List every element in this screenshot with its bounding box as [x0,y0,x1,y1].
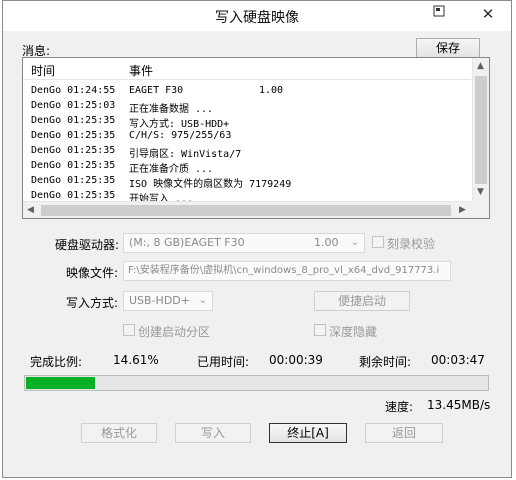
close-button[interactable]: ✕ [477,5,499,23]
image-file-field[interactable]: F:\安装程序备份\虚拟机\cn_windows_8_pro_vl_x64_dv… [123,261,451,281]
log-row[interactable]: DenGo 01:25:35 写入方式: USB-HDD+ [23,114,471,130]
quick-boot-button[interactable]: 便捷启动 [314,291,410,311]
ratio-value: 14.61% [113,353,159,367]
drive-label: 硬盘驱动器: [55,238,120,252]
write-mode-value: USB-HDD+ [129,294,190,307]
chevron-down-icon: ⌄ [198,295,207,306]
write-disk-image-dialog: 写入硬盘映像 ✕ 消息: 保存 时间 事件 DenGo 01:24:55 EAG… [2,0,512,478]
back-button[interactable]: 返回 [365,423,443,443]
scroll-corner [472,201,489,218]
elapsed-label: 已用时间: [197,355,250,369]
log-row[interactable]: DenGo 01:25:35 C/H/S: 975/255/63 [23,129,471,144]
log-time: DenGo 01:25:35 [31,145,116,156]
create-partition-label: 创建启动分区 [138,325,211,339]
write-mode-select[interactable]: USB-HDD+ ⌄ [123,291,213,311]
drive-select[interactable]: (M:, 8 GB)EAGET F30 1.00 ⌄ [123,233,365,253]
scroll-down-icon[interactable]: ▼ [477,187,484,197]
log-time: DenGo 01:25:35 [31,190,116,201]
log-event: C/H/S: 975/255/63 [129,130,232,141]
format-button[interactable]: 格式化 [81,423,157,443]
verify-checkbox[interactable] [372,236,384,248]
progress-fill [26,377,95,389]
log-row[interactable]: DenGo 01:24:55 EAGET F30 1.00 [23,84,471,99]
elapsed-value: 00:00:39 [269,353,323,367]
log-row[interactable]: DenGo 01:25:03 正在准备数据 ... [23,99,471,115]
ratio-label: 完成比例: [30,355,83,369]
deep-hide-checkbox[interactable] [314,324,326,336]
log-row[interactable]: DenGo 01:25:35 引导扇区: WinVista/7 [23,144,471,160]
create-partition-checkbox[interactable] [123,324,135,336]
message-log[interactable]: 时间 事件 DenGo 01:24:55 EAGET F30 1.00 DenG… [22,57,490,219]
log-event: 正在准备数据 ... [129,104,214,115]
log-time: DenGo 01:25:35 [31,175,116,186]
log-event: EAGET F30 [129,85,184,96]
drive-version: 1.00 [314,236,339,249]
remaining-value: 00:03:47 [431,353,485,367]
horizontal-scrollbar[interactable]: ◀ ▶ [23,201,472,218]
column-time[interactable]: 时间 [31,62,55,79]
speed-value: 13.45MB/s [427,398,491,412]
log-row[interactable]: DenGo 01:25:35 ISO 映像文件的扇区数为 7179249 [23,174,471,190]
speed-label: 速度: [385,400,414,414]
log-time: DenGo 01:25:35 [31,115,116,126]
image-file-label: 映像文件: [66,266,119,280]
log-event: ISO 映像文件的扇区数为 7179249 [129,179,292,190]
menu-icon[interactable] [428,5,450,23]
log-row[interactable]: DenGo 01:25:35 正在准备介质 ... [23,159,471,175]
log-time: DenGo 01:25:35 [31,160,116,171]
write-mode-label: 写入方式: [66,296,119,310]
title-bar: 写入硬盘映像 ✕ [3,1,511,31]
log-time: DenGo 01:24:55 [31,85,116,96]
stop-button[interactable]: 终止[A] [269,423,347,443]
progress-bar [24,375,489,391]
scroll-left-icon[interactable]: ◀ [27,205,34,215]
log-time: DenGo 01:25:35 [31,130,116,141]
drive-value: (M:, 8 GB)EAGET F30 [129,236,245,249]
log-rows: DenGo 01:24:55 EAGET F30 1.00 DenGo 01:2… [23,84,471,205]
verify-label: 刻录校验 [387,237,436,251]
save-button[interactable]: 保存 [416,38,480,58]
log-time: DenGo 01:25:03 [31,100,116,111]
remaining-label: 剩余时间: [359,355,412,369]
vertical-scrollbar[interactable]: ▲ ▼ [472,58,489,201]
log-event: 引导扇区: WinVista/7 [129,149,242,160]
deep-hide-label: 深度隐藏 [329,325,378,339]
log-event: 正在准备介质 ... [129,164,214,175]
horizontal-scroll-thumb[interactable] [41,205,451,216]
column-event[interactable]: 事件 [129,62,153,79]
write-button[interactable]: 写入 [175,423,251,443]
scroll-right-icon[interactable]: ▶ [459,205,466,215]
log-extra: 1.00 [259,85,284,96]
log-header: 时间 事件 [23,58,471,80]
chevron-down-icon: ⌄ [350,237,359,248]
vertical-scroll-thumb[interactable] [475,76,487,184]
scroll-up-icon[interactable]: ▲ [477,61,484,71]
log-event: 写入方式: USB-HDD+ [129,119,230,130]
